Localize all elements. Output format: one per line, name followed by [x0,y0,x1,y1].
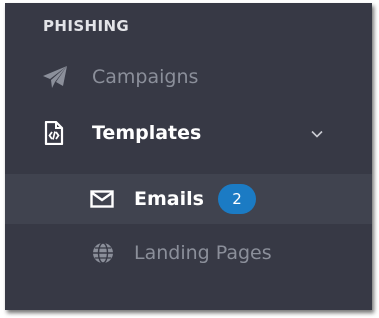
envelope-icon [90,190,114,208]
globe-icon [92,242,114,264]
sidebar-item-emails[interactable]: Emails 2 [5,174,372,224]
sidebar-item-landing-pages[interactable]: Landing Pages [5,230,372,276]
count-badge: 2 [218,184,256,214]
sidebar-item-templates[interactable]: Templates [5,111,372,155]
sidebar-panel: PHISHING Campaigns Templates Emails 2 La… [5,3,372,310]
sidebar-item-label: Emails [134,188,204,210]
sidebar-item-campaigns[interactable]: Campaigns [5,55,372,99]
paper-plane-icon [42,65,68,89]
sidebar-item-label: Campaigns [92,66,199,88]
section-title-phishing: PHISHING [43,17,130,35]
code-file-icon [44,121,64,145]
sidebar-item-label: Landing Pages [134,242,272,264]
sidebar-item-label: Templates [92,122,202,144]
chevron-down-icon[interactable] [310,126,324,140]
